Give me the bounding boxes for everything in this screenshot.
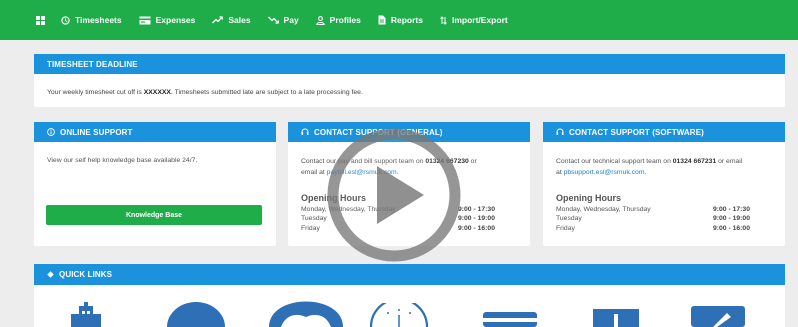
contact-software-phone: 01324 667231 [672, 158, 717, 165]
knowledge-base-button[interactable]: Knowledge Base [46, 205, 262, 225]
contact-software-panel: CONTACT SUPPORT (SOFTWARE) Contact our t… [543, 122, 785, 246]
nav-timesheets-label: Timesheets [75, 15, 122, 25]
headset-icon [556, 128, 564, 135]
hours-time: 9:00 - 19:00 [712, 215, 750, 223]
nav-profiles[interactable]: Profiles [315, 15, 361, 25]
person-icon [315, 15, 325, 25]
contact-software-text-mid: or email [716, 158, 743, 165]
deadline-cutoff: XXXXXX [143, 89, 171, 96]
sort-arrows-icon [440, 15, 447, 25]
hours-time: 9:00 - 16:00 [457, 224, 495, 232]
contact-software-title: CONTACT SUPPORT (SOFTWARE) [569, 127, 704, 137]
nav-reports-label: Reports [390, 15, 423, 25]
hours-time: 9:00 - 19:00 [457, 215, 495, 223]
hours-days: Monday, Wednesday, Thursday [556, 206, 651, 213]
nav-pay-label: Pay [283, 15, 299, 25]
deadline-text-pre: Your weekly timesheet cut off is [47, 89, 144, 96]
nav-sales-label: Sales [228, 15, 251, 25]
deadline-message: Your weekly timesheet cut off is XXXXXX.… [47, 89, 363, 96]
nav-expenses[interactable]: Expenses [139, 15, 196, 25]
quick-links-title: QUICK LINKS [59, 270, 113, 279]
contact-software-email-pre: at [556, 168, 564, 176]
hours-days: Friday [556, 224, 575, 232]
building-icon[interactable] [69, 302, 103, 327]
contact-software-text-pre: Contact our technical support team on [556, 158, 673, 165]
nav-pay[interactable]: Pay [267, 15, 299, 25]
info-icon [47, 128, 55, 136]
person-icon[interactable] [166, 302, 226, 327]
hours-row: Friday 9:00 - 16:00 [556, 224, 750, 233]
nav-sales[interactable]: Sales [212, 15, 251, 25]
trend-down-icon [267, 16, 279, 24]
timesheet-deadline-panel: TIMESHEET DEADLINE Your weekly timesheet… [34, 54, 785, 107]
nav-import-export-label: Import/Export [451, 15, 508, 25]
timesheet-deadline-title: TIMESHEET DEADLINE [34, 54, 785, 74]
clock-icon[interactable] [368, 303, 430, 327]
hours-days: Tuesday [556, 215, 582, 223]
nav-import-export[interactable]: Import/Export [440, 15, 508, 25]
headset-icon [301, 128, 309, 135]
online-support-panel: ONLINE SUPPORT View our self help knowle… [34, 122, 276, 246]
contact-general-email-pre: email at [301, 168, 327, 176]
online-support-title: ONLINE SUPPORT [60, 127, 133, 137]
play-button-icon[interactable] [325, 126, 463, 264]
dashboard-icon[interactable] [36, 15, 45, 25]
hours-time: 9:00 - 17:30 [712, 206, 750, 213]
edit-icon[interactable] [691, 306, 745, 327]
quick-links-header: QUICK LINKS [34, 264, 785, 285]
hours-days: Tuesday [301, 215, 327, 223]
contact-software-hours-title: Opening Hours [556, 193, 621, 203]
diamond-icon [47, 271, 54, 278]
contact-software-hours: Monday, Wednesday, Thursday 9:00 - 17:30 … [556, 205, 750, 233]
contact-general-text-mid: or [468, 158, 477, 165]
contact-software-header: CONTACT SUPPORT (SOFTWARE) [543, 122, 785, 142]
trend-up-icon [212, 16, 224, 24]
clock-icon [61, 15, 70, 25]
contact-software-text: Contact our technical support team on 01… [556, 157, 778, 178]
nav-timesheets[interactable]: Timesheets [61, 15, 122, 25]
hours-time: 9:00 - 17:30 [457, 206, 495, 213]
online-support-header: ONLINE SUPPORT [34, 122, 276, 142]
card-icon [139, 16, 151, 24]
quick-links-panel: QUICK LINKS [34, 264, 785, 327]
contact-software-email-link[interactable]: pbsupport.esl@rsmuk.com [564, 169, 645, 176]
hours-time: 9:00 - 16:00 [712, 224, 750, 232]
contact-software-email-post: . [644, 168, 647, 176]
person-icon[interactable] [267, 300, 345, 327]
online-support-text: View our self help knowledge base availa… [47, 157, 198, 164]
hours-row: Tuesday 9:00 - 19:00 [556, 214, 750, 223]
document-icon[interactable] [593, 309, 639, 327]
hours-days: Friday [301, 224, 320, 232]
nav-profiles-label: Profiles [329, 15, 361, 25]
nav-reports[interactable]: Reports [378, 15, 423, 25]
card-icon[interactable] [483, 312, 537, 327]
document-icon [378, 15, 386, 25]
deadline-text-post: . Timesheets submitted late are subject … [170, 89, 363, 96]
top-navbar: Timesheets Expenses Sales Pay Profiles R… [0, 0, 798, 40]
nav-expenses-label: Expenses [155, 15, 196, 25]
hours-row: Monday, Wednesday, Thursday 9:00 - 17:30 [556, 205, 750, 214]
